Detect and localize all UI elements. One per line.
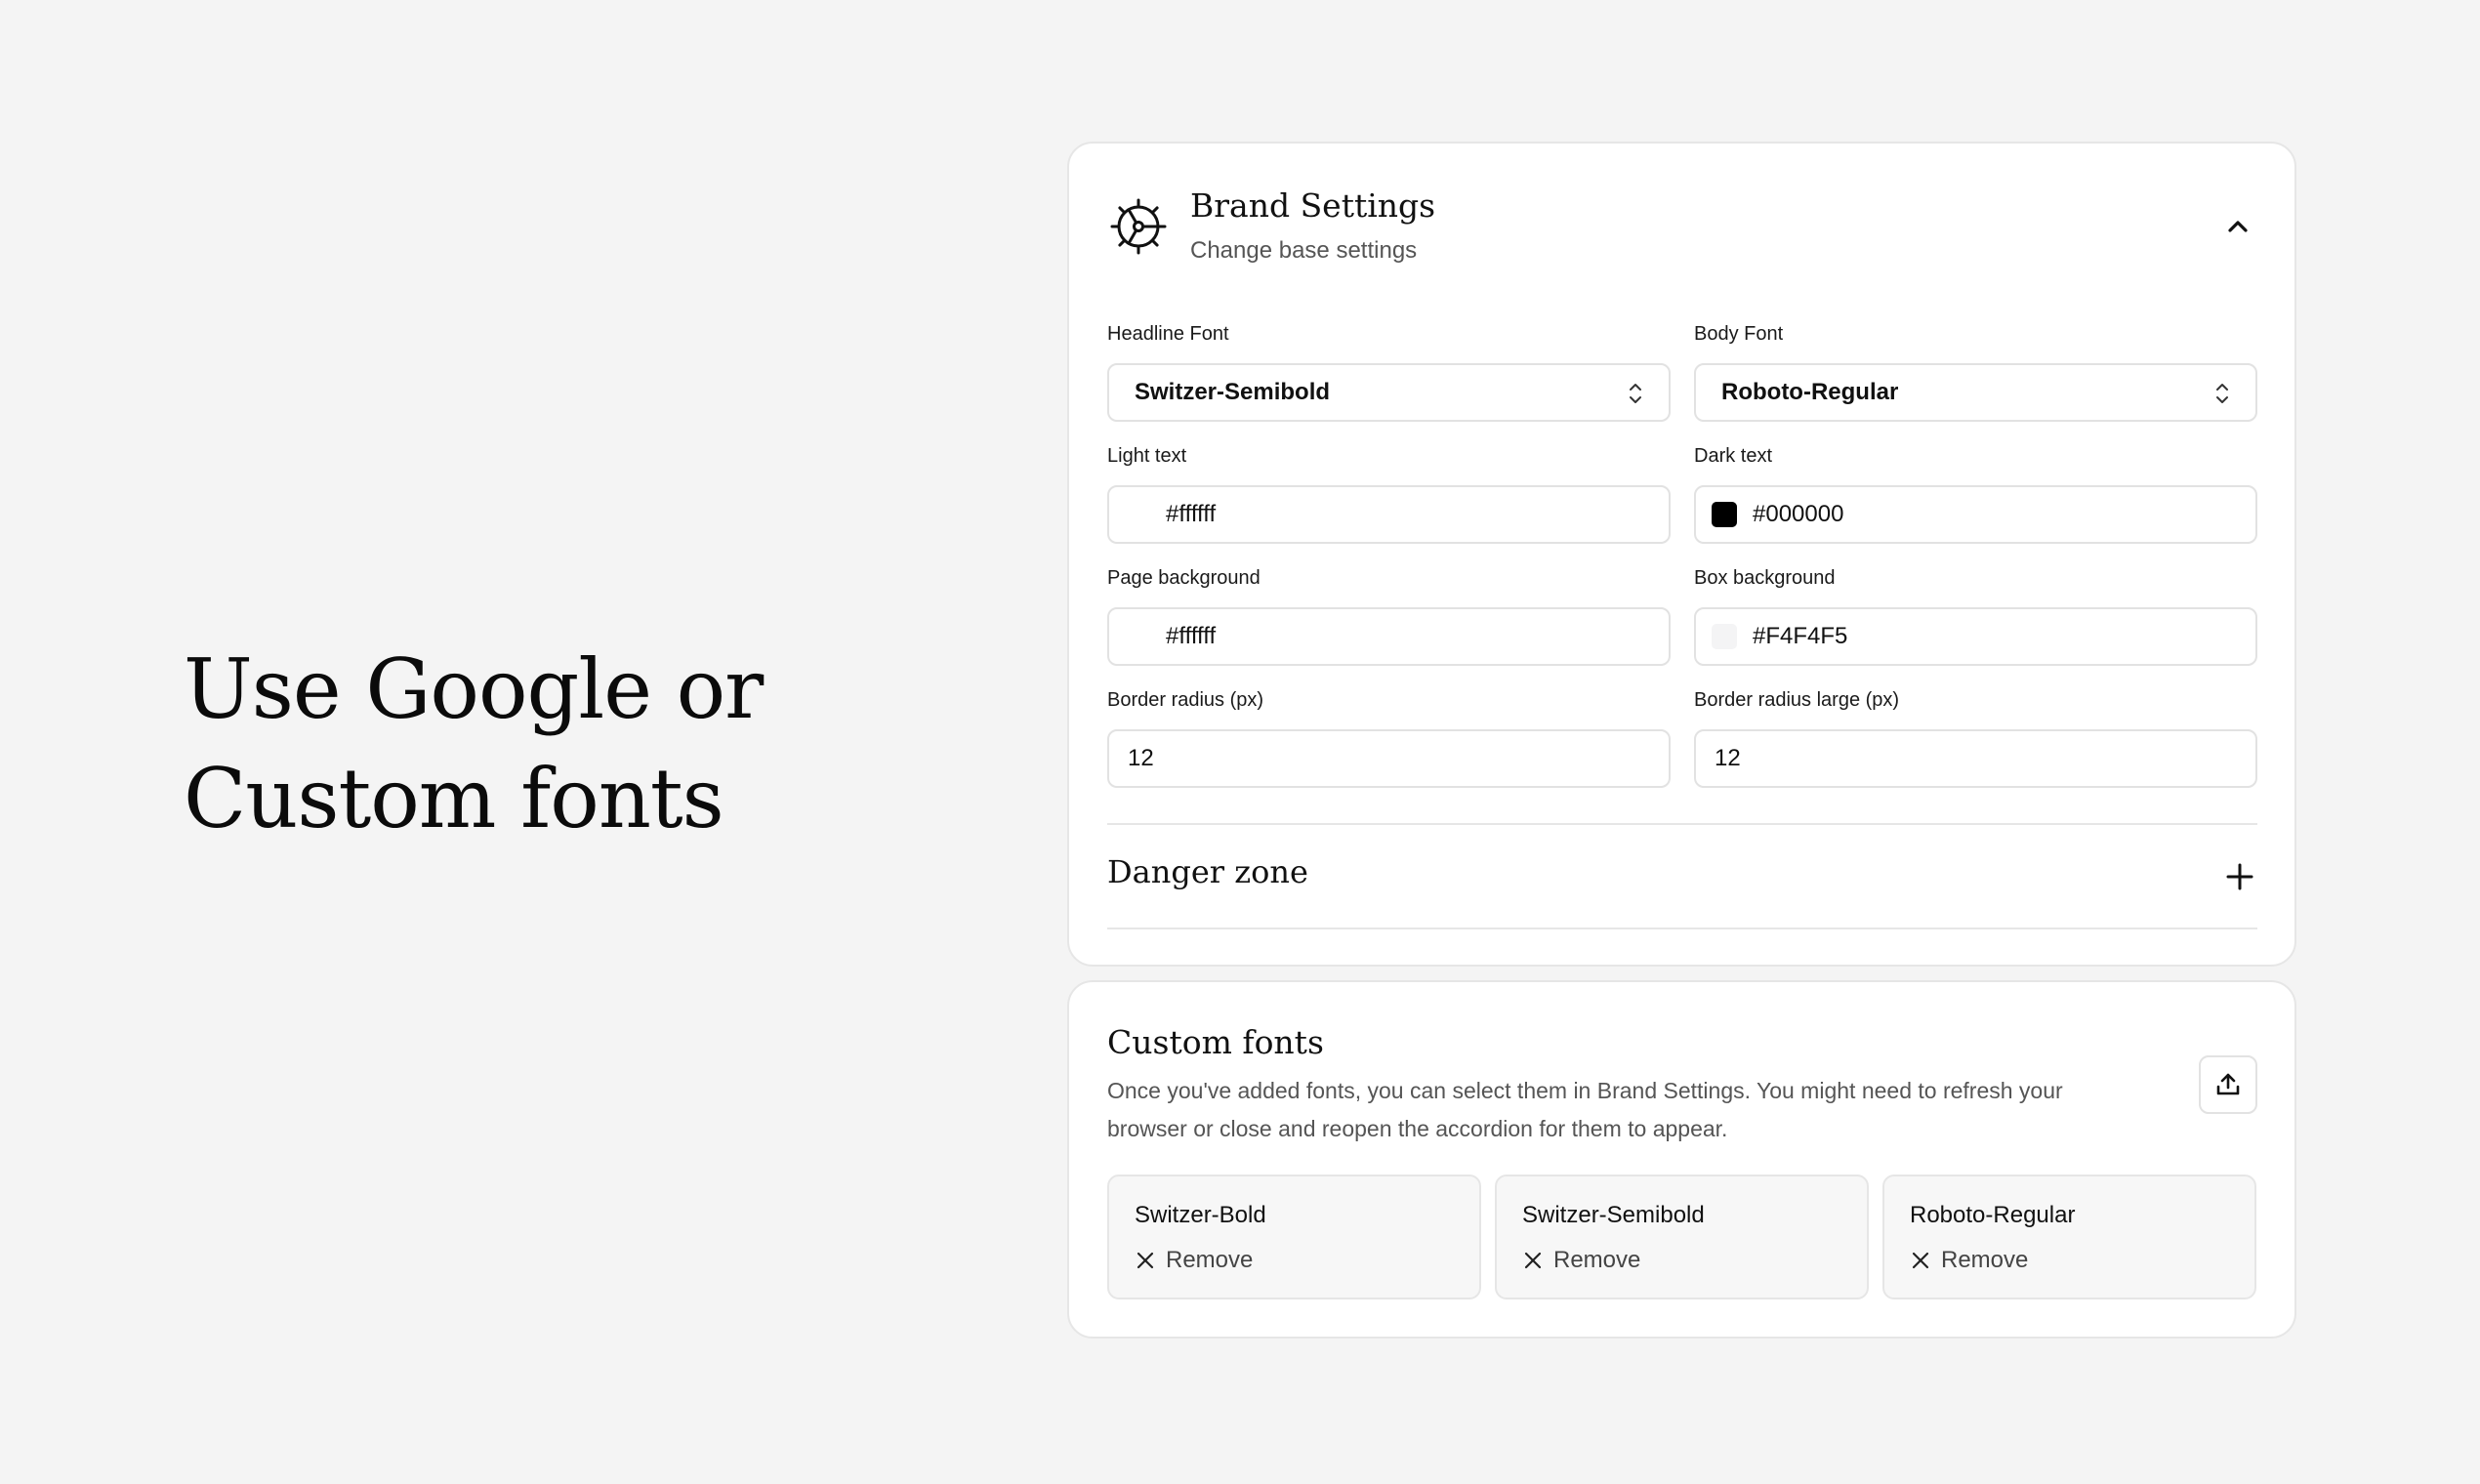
brand-settings-card: Brand Settings Change base settings Head… xyxy=(1067,142,2296,967)
remove-label: Remove xyxy=(1941,1247,2029,1273)
page-background-label: Page background xyxy=(1107,567,1261,589)
hero-heading: Use Google or Custom fonts xyxy=(184,635,764,853)
border-radius-label: Border radius (px) xyxy=(1107,689,1264,711)
upload-font-button[interactable] xyxy=(2199,1055,2257,1114)
border-radius-large-input[interactable]: 12 xyxy=(1694,729,2257,788)
light-text-label: Light text xyxy=(1107,445,1187,467)
remove-font-button[interactable]: Remove xyxy=(1910,1247,2028,1274)
divider xyxy=(1107,928,2257,929)
body-font-label: Body Font xyxy=(1694,323,1784,345)
divider xyxy=(1107,823,2257,825)
headline-font-select[interactable]: Switzer-Semibold xyxy=(1107,363,1671,422)
chevron-updown-icon xyxy=(1630,384,1641,403)
headline-font-label: Headline Font xyxy=(1107,323,1229,345)
border-radius-value: 12 xyxy=(1128,745,1154,771)
border-radius-large-label: Border radius large (px) xyxy=(1694,689,1900,711)
hero-line-2: Custom fonts xyxy=(184,751,724,846)
dark-text-input[interactable]: #000000 xyxy=(1694,485,2257,544)
close-icon xyxy=(1524,1252,1542,1269)
font-tile: Switzer-Semibold Remove xyxy=(1495,1175,1869,1299)
box-background-value: #F4F4F5 xyxy=(1753,623,1848,649)
chevron-up-icon[interactable] xyxy=(2223,212,2253,241)
remove-label: Remove xyxy=(1553,1247,1641,1273)
page-background-value: #ffffff xyxy=(1166,623,1217,649)
custom-fonts-title: Custom fonts xyxy=(1107,1023,1324,1061)
box-background-label: Box background xyxy=(1694,567,1836,589)
font-tile: Roboto-Regular Remove xyxy=(1882,1175,2256,1299)
custom-fonts-card: Custom fonts Once you've added fonts, yo… xyxy=(1067,980,2296,1339)
font-tile-name: Switzer-Bold xyxy=(1135,1202,1266,1228)
brand-settings-subtitle: Change base settings xyxy=(1190,237,1418,264)
box-background-input[interactable]: #F4F4F5 xyxy=(1694,607,2257,666)
upload-icon xyxy=(2216,1073,2240,1095)
dark-text-label: Dark text xyxy=(1694,445,1773,467)
font-tile-name: Switzer-Semibold xyxy=(1522,1202,1705,1228)
box-background-swatch[interactable] xyxy=(1712,624,1737,649)
font-tile: Switzer-Bold Remove xyxy=(1107,1175,1481,1299)
brand-settings-title: Brand Settings xyxy=(1190,186,1436,225)
dark-text-swatch[interactable] xyxy=(1712,502,1737,527)
close-icon xyxy=(1912,1252,1929,1269)
chevron-updown-icon xyxy=(2216,384,2228,403)
light-text-value: #ffffff xyxy=(1166,501,1217,527)
body-font-value: Roboto-Regular xyxy=(1721,379,1899,405)
border-radius-input[interactable]: 12 xyxy=(1107,729,1671,788)
light-text-swatch[interactable] xyxy=(1125,502,1150,527)
light-text-input[interactable]: #ffffff xyxy=(1107,485,1671,544)
danger-zone-toggle[interactable]: Danger zone xyxy=(1107,853,1308,890)
close-icon xyxy=(1137,1252,1154,1269)
font-tile-name: Roboto-Regular xyxy=(1910,1202,2076,1228)
gear-icon xyxy=(1110,198,1167,255)
remove-font-button[interactable]: Remove xyxy=(1522,1247,1640,1274)
dark-text-value: #000000 xyxy=(1753,501,1844,527)
plus-icon[interactable] xyxy=(2225,862,2254,891)
remove-font-button[interactable]: Remove xyxy=(1135,1247,1253,1274)
body-font-select[interactable]: Roboto-Regular xyxy=(1694,363,2257,422)
border-radius-large-value: 12 xyxy=(1715,745,1741,771)
hero-line-1: Use Google or xyxy=(184,641,764,737)
page-background-swatch[interactable] xyxy=(1125,624,1150,649)
remove-label: Remove xyxy=(1166,1247,1254,1273)
headline-font-value: Switzer-Semibold xyxy=(1135,379,1331,405)
page-background-input[interactable]: #ffffff xyxy=(1107,607,1671,666)
custom-fonts-description: Once you've added fonts, you can select … xyxy=(1107,1078,2063,1141)
